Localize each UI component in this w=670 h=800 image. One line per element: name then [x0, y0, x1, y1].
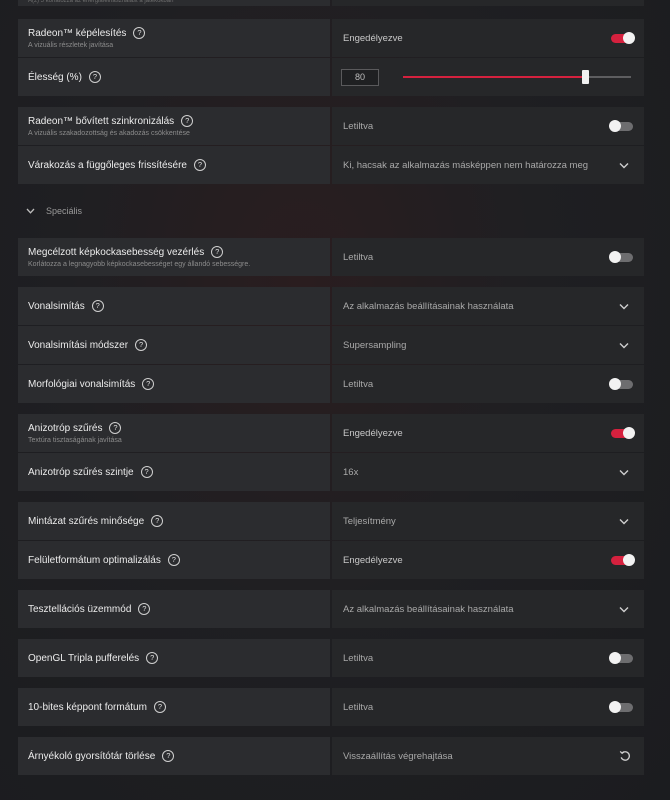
enhanced-sync-toggle[interactable]: [609, 120, 633, 132]
help-icon[interactable]: ?: [109, 422, 122, 434]
sharpness-slider[interactable]: [403, 70, 631, 84]
surface-format-value: Engedélyezve: [343, 554, 403, 566]
surface-format-row: Felületformátum optimalizálás? Engedélye…: [18, 541, 644, 579]
shader-cache-value: Visszaállítás végrehajtása: [343, 750, 453, 762]
enhanced-sync-value: Letiltva: [343, 120, 374, 132]
image-sharpening-label: Radeon™ képélesítés: [28, 27, 127, 39]
morphological-aa-value: Letiltva: [343, 378, 374, 390]
texture-quality-label: Mintázat szűrés minősége: [28, 515, 145, 527]
opengl-triple-buffering-value: Letiltva: [343, 652, 374, 664]
frame-rate-target-row: Megcélzott képkockasebesség vezérlés? Ko…: [18, 238, 644, 276]
advanced-section-toggle[interactable]: Speciális: [26, 206, 82, 216]
chevron-down-icon[interactable]: [619, 342, 629, 349]
help-icon[interactable]: ?: [162, 750, 175, 762]
shader-cache-row[interactable]: Árnyékoló gyorsítótár törlése? Visszaáll…: [18, 737, 644, 775]
anisotropic-level-value: 16x: [343, 466, 359, 478]
texture-quality-value: Teljesítmény: [343, 515, 396, 527]
chevron-down-icon[interactable]: [619, 303, 629, 310]
chevron-down-icon[interactable]: [619, 469, 629, 476]
vsync-row[interactable]: Várakozás a függőleges frissítésére? Ki,…: [18, 146, 644, 184]
frame-rate-target-label: Megcélzott képkockasebesség vezérlés: [28, 246, 205, 258]
enhanced-sync-label: Radeon™ bővített szinkronizálás: [28, 115, 175, 127]
previous-setting-row: A(z) 5 korlátozza az energiafelhasználás…: [18, 0, 644, 6]
shader-cache-label: Árnyékoló gyorsítótár törlése: [28, 750, 156, 762]
help-icon[interactable]: ?: [146, 652, 159, 664]
help-icon[interactable]: ?: [153, 701, 166, 713]
anisotropic-level-label: Anizotróp szűrés szintje: [28, 466, 134, 478]
chevron-down-icon[interactable]: [619, 162, 629, 169]
anisotropic-filtering-subtitle: Textúra tisztaságának javítása: [28, 437, 122, 444]
opengl-triple-buffering-label: OpenGL Tripla pufferelés: [28, 652, 140, 664]
previous-setting-subtitle: A(z) 5 korlátozza az energiafelhasználás…: [18, 0, 330, 6]
frame-rate-target-toggle[interactable]: [609, 251, 633, 263]
help-icon[interactable]: ?: [88, 71, 101, 83]
frame-rate-target-subtitle: Korlátozza a legnagyobb képkockasebesség…: [28, 261, 251, 268]
image-sharpening-toggle[interactable]: [611, 32, 635, 44]
antialiasing-row[interactable]: Vonalsimítás? Az alkalmazás beállításain…: [18, 287, 644, 325]
chevron-down-icon[interactable]: [619, 606, 629, 613]
help-icon[interactable]: ?: [138, 603, 151, 615]
help-icon[interactable]: ?: [91, 300, 104, 312]
opengl-triple-buffering-toggle[interactable]: [609, 652, 633, 664]
help-icon[interactable]: ?: [181, 115, 194, 127]
ten-bit-format-row: 10-bites képpont formátum? Letiltva: [18, 688, 644, 726]
surface-format-label: Felületformátum optimalizálás: [28, 554, 161, 566]
sharpness-label: Élesség (%): [28, 71, 82, 83]
antialiasing-method-value: Supersampling: [343, 339, 407, 351]
reset-icon[interactable]: [619, 750, 631, 762]
help-icon[interactable]: ?: [167, 554, 180, 566]
chevron-down-icon[interactable]: [619, 518, 629, 525]
help-icon[interactable]: ?: [151, 515, 164, 527]
tessellation-value: Az alkalmazás beállításainak használata: [343, 603, 514, 615]
sharpness-slider-thumb[interactable]: [582, 70, 589, 84]
ten-bit-format-toggle[interactable]: [609, 701, 633, 713]
enhanced-sync-row: Radeon™ bővített szinkronizálás? A vizuá…: [18, 107, 644, 145]
sharpness-input[interactable]: 80: [341, 68, 379, 86]
ten-bit-format-label: 10-bites képpont formátum: [28, 701, 147, 713]
anisotropic-filtering-label: Anizotróp szűrés: [28, 422, 103, 434]
vsync-label: Várakozás a függőleges frissítésére: [28, 159, 187, 171]
surface-format-toggle[interactable]: [611, 554, 635, 566]
image-sharpening-subtitle: A vizuális részletek javítása: [28, 42, 114, 49]
tessellation-label: Tesztellációs üzemmód: [28, 603, 132, 615]
antialiasing-method-label: Vonalsimítási módszer: [28, 339, 129, 351]
morphological-aa-toggle[interactable]: [609, 378, 633, 390]
morphological-aa-label: Morfológiai vonalsimítás: [28, 378, 136, 390]
antialiasing-method-row[interactable]: Vonalsimítási módszer? Supersampling: [18, 326, 644, 364]
help-icon[interactable]: ?: [140, 466, 153, 478]
image-sharpening-value: Engedélyezve: [343, 32, 403, 44]
anisotropic-filtering-toggle[interactable]: [611, 427, 635, 439]
advanced-section-label: Speciális: [46, 206, 83, 216]
sharpness-slider-fill: [403, 76, 585, 78]
frame-rate-target-value: Letiltva: [343, 251, 374, 263]
tessellation-row[interactable]: Tesztellációs üzemmód? Az alkalmazás beá…: [18, 590, 644, 628]
enhanced-sync-subtitle: A vizuális szakadozottság és akadozás cs…: [28, 130, 190, 137]
antialiasing-label: Vonalsimítás: [28, 300, 85, 312]
opengl-triple-buffering-row: OpenGL Tripla pufferelés? Letiltva: [18, 639, 644, 677]
anisotropic-level-row[interactable]: Anizotróp szűrés szintje? 16x: [18, 453, 644, 491]
sharpness-row: Élesség (%)? 80: [18, 58, 644, 96]
anisotropic-filtering-value: Engedélyezve: [343, 427, 403, 439]
ten-bit-format-value: Letiltva: [343, 701, 374, 713]
help-icon[interactable]: ?: [135, 339, 148, 351]
help-icon[interactable]: ?: [211, 246, 224, 258]
morphological-aa-row: Morfológiai vonalsimítás? Letiltva: [18, 365, 644, 403]
texture-quality-row[interactable]: Mintázat szűrés minősége? Teljesítmény: [18, 502, 644, 540]
help-icon[interactable]: ?: [133, 27, 146, 39]
help-icon[interactable]: ?: [142, 378, 155, 390]
antialiasing-value: Az alkalmazás beállításainak használata: [343, 300, 514, 312]
chevron-down-icon: [26, 208, 35, 214]
image-sharpening-row: Radeon™ képélesítés? A vizuális részlete…: [18, 19, 644, 57]
help-icon[interactable]: ?: [193, 159, 206, 171]
anisotropic-filtering-row: Anizotróp szűrés? Textúra tisztaságának …: [18, 414, 644, 452]
vsync-value: Ki, hacsak az alkalmazás másképpen nem h…: [343, 159, 589, 171]
